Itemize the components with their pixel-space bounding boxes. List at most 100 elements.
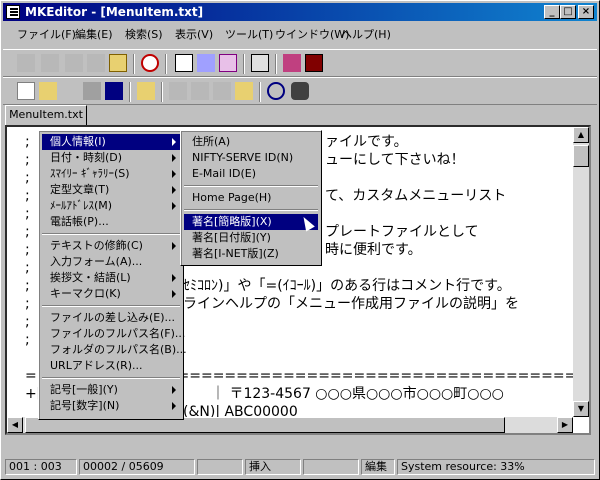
minimize-button[interactable]: _ [544,5,560,19]
menu-item[interactable]: 著名[簡略版](X) [184,214,318,230]
paste-special-icon[interactable] [65,54,83,72]
menu-item[interactable]: 記号[一般](Y) [42,382,180,398]
menu-item[interactable]: フォルダのフルパス名(B)... [42,342,187,358]
menu-item-label: 個人情報(I) [50,135,106,148]
window-title: MKEditor - [MenuItem.txt] [25,5,204,19]
toolbar-separator [243,54,245,74]
phone-icon[interactable] [305,54,323,72]
menu-item[interactable]: 著名[I-NET版](Z) [184,246,318,262]
menu-separator [42,305,180,307]
menu-item[interactable]: NIFTY-SERVE ID(N) [184,150,318,166]
menu-item-label: Home Page(H) [192,191,272,204]
menu-separator [184,185,318,187]
menu-item-label: 電話帳(P)... [50,215,109,228]
submenu-arrow-icon [172,242,176,250]
submenu-arrow-icon [172,290,176,298]
menu-tools[interactable]: ツール(T) [225,26,273,42]
status-resource: System resource: 33% [397,459,595,475]
menu-view[interactable]: 表示(V) [175,26,213,42]
menu-item[interactable]: ｽﾏｲﾘｰ ｷﾞｬﾗﾘｰ(S) [42,166,180,182]
save-disabled-icon[interactable] [83,82,101,100]
search-icon[interactable] [267,82,285,100]
toolbar-separator [259,82,261,102]
menu-search[interactable]: 検索(S) [125,26,163,42]
new-file-icon[interactable] [17,82,35,100]
book-icon[interactable] [283,54,301,72]
submenu-arrow-icon [172,138,176,146]
maximize-button[interactable]: □ [560,5,576,19]
cut-icon[interactable] [191,82,209,100]
menu-item-label: 日付・時刻(D) [50,151,123,164]
clipboard-icon[interactable] [109,54,127,72]
scroll-right-button[interactable]: ▶ [557,417,573,433]
menu-item[interactable]: 個人情報(I) [42,134,180,150]
menu-window[interactable]: ウインドウ(W) [275,26,349,42]
status-bar: 001 : 003 00002 / 05609 挿入 編集 System res… [3,457,597,477]
close-button[interactable]: × [578,5,594,19]
menu-help[interactable]: ヘルプ(H) [341,26,391,42]
scroll-left-button[interactable]: ◀ [7,417,23,433]
save-icon[interactable] [105,82,123,100]
binoculars-icon[interactable] [291,82,309,100]
submenu-arrow-icon [172,170,176,178]
menu-item[interactable]: 挨拶文・結語(L) [42,270,180,286]
menu-bar: ファイル(F) 編集(E) 検索(S) 表示(V) ツール(T) ウインドウ(W… [3,23,597,43]
menu-item-label: E-Mail ID(E) [192,167,257,180]
copy-icon[interactable] [213,82,231,100]
menu-item[interactable]: キーマクロ(K) [42,286,180,302]
menu-edit[interactable]: 編集(E) [75,26,113,42]
open-folder-icon[interactable] [39,82,57,100]
scroll-up-button[interactable]: ▲ [573,127,589,143]
menu-file[interactable]: ファイル(F) [17,26,76,42]
dropdown-arrow-icon[interactable] [61,82,71,100]
editor-line: ; [25,170,30,186]
editor-text: ラインヘルプの「メニュー作成用ファイルの説明」を [183,296,519,312]
status-position: 001 : 003 [5,459,77,475]
link-icon[interactable] [197,54,215,72]
menu-insert-icon[interactable] [219,54,237,72]
menu-item-label: 著名[簡略版](X) [192,215,272,228]
cut-icon[interactable] [17,54,35,72]
submenu-arrow-icon [172,186,176,194]
menu-item[interactable]: 著名[日付版](Y) [184,230,318,246]
menu-item[interactable]: 住所(A) [184,134,318,150]
menu-item[interactable]: Home Page(H) [184,190,318,206]
title-bar[interactable]: MKEditor - [MenuItem.txt] _ □ × [3,3,597,21]
editor-line: ; [25,296,30,312]
vertical-scrollbar[interactable]: ▲ ▼ [573,127,589,417]
undo-icon[interactable] [169,82,187,100]
menu-item[interactable]: URLアドレス(R)... [42,358,180,374]
folder-icon[interactable] [137,82,155,100]
menu-separator [42,377,180,379]
menu-item[interactable]: ﾒｰﾙｱﾄﾞﾚｽ(M) [42,198,180,214]
menu-item-label: ﾒｰﾙｱﾄﾞﾚｽ(M) [50,199,113,212]
calc-icon[interactable] [251,54,269,72]
scroll-down-button[interactable]: ▼ [573,401,589,417]
menu-item[interactable]: E-Mail ID(E) [184,166,318,182]
copy-icon[interactable] [41,54,59,72]
menu-item[interactable]: 日付・時刻(D) [42,150,180,166]
menu-item[interactable]: ファイルのフルパス名(F)... [42,326,185,342]
menu-item[interactable]: 定型文章(T) [42,182,180,198]
copy-append-icon[interactable] [87,54,105,72]
editor-line: ; [25,242,30,258]
menu-item-label: URLアドレス(R)... [50,359,143,372]
scroll-thumb[interactable] [573,145,589,167]
editor-text: ｾﾐｺﾛﾝ)」や「=(ｲｺｰﾙ)」のある行はコメント行です。 [183,278,511,294]
menu-separator [42,233,180,235]
menu-item[interactable]: ファイルの差し込み(E)... [42,310,180,326]
window-icon[interactable] [175,54,193,72]
editor-line: ; [25,314,30,330]
status-edit: 編集 [361,459,395,475]
status-blank [303,459,359,475]
menu-item[interactable]: 入力フォーム(A)... [42,254,180,270]
tab-menuitem[interactable]: MenuItem.txt [5,105,87,125]
app-icon[interactable] [6,5,20,19]
menu-item[interactable]: 記号[数字](N) [42,398,180,414]
clock-icon[interactable] [141,54,159,72]
paste-icon[interactable] [235,82,253,100]
menu-item-label: 著名[I-NET版](Z) [192,247,279,260]
menu-item[interactable]: テキストの修飾(C) [42,238,180,254]
menu-item[interactable]: 電話帳(P)... [42,214,180,230]
editor-text: ァイルです。 [325,134,408,150]
